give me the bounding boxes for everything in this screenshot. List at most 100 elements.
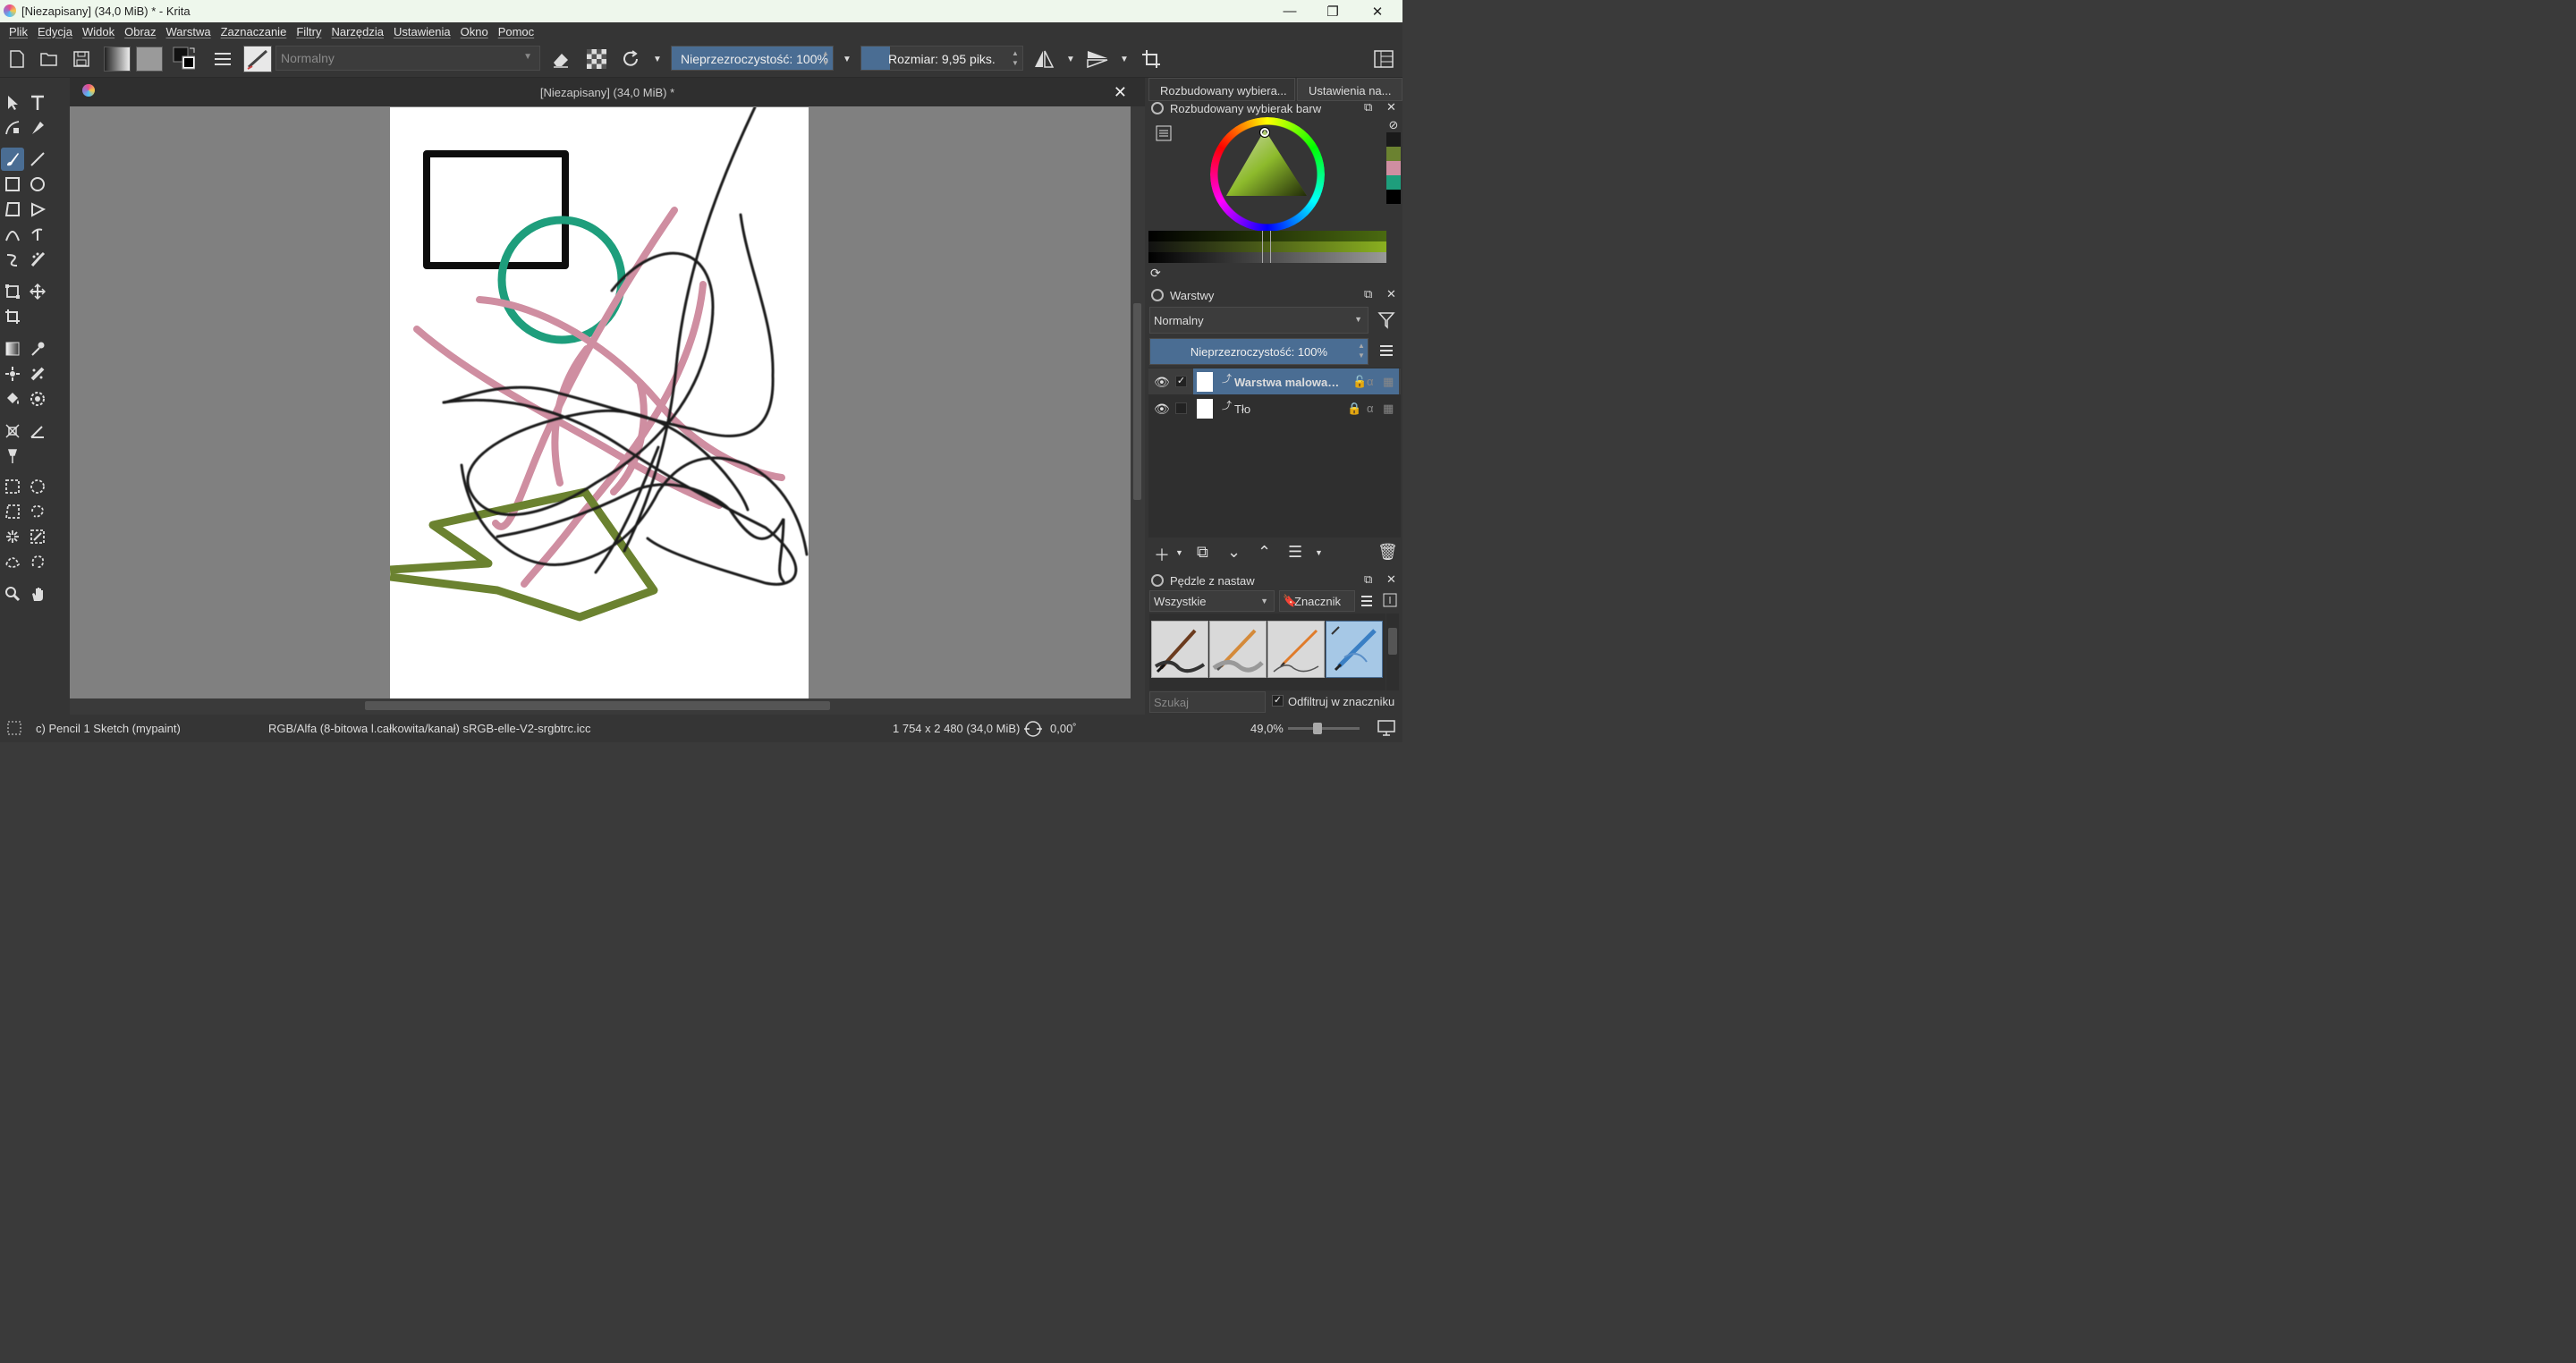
menu-file[interactable]: Plik — [9, 25, 28, 38]
similar-select-tool-icon[interactable] — [26, 525, 49, 548]
alpha-lock-icon[interactable] — [585, 47, 608, 71]
freehand-brush-tool-icon[interactable] — [1, 148, 24, 171]
blend-mode-combo[interactable]: Normalny ▼ — [275, 46, 540, 71]
layer-properties-icon[interactable]: ☰ — [1288, 543, 1302, 562]
chevron-down-icon[interactable]: ▼ — [646, 47, 669, 71]
bezier-curve-tool-icon[interactable] — [1, 223, 24, 246]
color-wheel[interactable] — [1210, 117, 1325, 232]
alpha-inherit-icon[interactable]: ▦ — [1383, 402, 1394, 416]
brush-preset-ink[interactable] — [1151, 621, 1208, 678]
dynamic-brush-tool-icon[interactable] — [1, 248, 24, 271]
close-window-button[interactable]: ✕ — [1356, 0, 1399, 22]
enclose-fill-tool-icon[interactable] — [26, 387, 49, 411]
delete-layer-icon[interactable]: 🗑 — [1377, 543, 1398, 562]
mirror-horizontal-icon[interactable] — [1032, 47, 1055, 71]
brush-preset-icon[interactable] — [243, 46, 272, 72]
menu-view[interactable]: Widok — [82, 25, 114, 38]
brush-preset-sketch-selected[interactable] — [1326, 621, 1383, 678]
recent-color-olive[interactable] — [1386, 147, 1401, 161]
magnetic-select-tool-icon[interactable] — [26, 550, 49, 573]
layer-blend-mode-combo[interactable]: Normalny ▼ — [1149, 307, 1368, 334]
duplicate-layer-icon[interactable]: ⧉ — [1197, 543, 1208, 562]
recent-colors-strip[interactable]: ⊘ — [1386, 118, 1401, 207]
canvas-area[interactable] — [70, 106, 1131, 698]
contiguous-select-tool-icon[interactable] — [1, 525, 24, 548]
recent-color-black-2[interactable] — [1386, 190, 1401, 204]
filter-icon[interactable] — [1377, 311, 1395, 334]
layer-row-paint[interactable]: 👁 ✓ ⤴ Warstwa malowani... 🔓 α ▦ — [1148, 368, 1401, 394]
restore-button[interactable]: ❐ — [1311, 0, 1354, 22]
transform-tool-icon[interactable] — [1, 280, 24, 303]
smart-patch-tool-icon[interactable] — [26, 362, 49, 385]
tab-tool-options[interactable]: Ustawienia na... — [1297, 78, 1402, 101]
lock-icon[interactable] — [1151, 289, 1164, 301]
no-color-icon[interactable]: ⊘ — [1386, 118, 1401, 132]
spin-arrows-icon[interactable]: ▲ ▼ — [1010, 48, 1021, 68]
color-picker-tool-icon[interactable] — [26, 337, 49, 360]
menu-image[interactable]: Obraz — [124, 25, 156, 38]
polyline-tool-icon[interactable] — [26, 198, 49, 221]
layer-row-background[interactable]: 👁 ⤴ Tło 🔒 α ▦ — [1148, 395, 1401, 421]
alpha-inherit-icon[interactable]: ▦ — [1383, 375, 1394, 389]
measure-tool-icon[interactable] — [26, 419, 49, 443]
tab-advanced-color-selector[interactable]: Rozbudowany wybiera... — [1148, 78, 1295, 101]
move-tool-icon[interactable] — [26, 280, 49, 303]
layer-checkbox[interactable] — [1175, 402, 1187, 414]
crop-tool-icon[interactable] — [1, 305, 24, 328]
lock-layer-icon[interactable]: 🔒 — [1347, 402, 1361, 416]
document-tab[interactable]: [Niezapisany] (34,0 MiB) * ✕ — [70, 78, 1145, 106]
eraser-icon[interactable] — [549, 47, 572, 71]
close-panel-icon[interactable]: ✕ — [1386, 572, 1396, 587]
tag-button[interactable]: 🔖 Znacznik — [1279, 590, 1355, 612]
size-slider[interactable]: Rozmiar: 9,95 piks. ▲ ▼ — [860, 46, 1023, 71]
layer-menu-icon[interactable] — [1378, 343, 1394, 362]
bezier-select-tool-icon[interactable] — [1, 550, 24, 573]
vertical-scrollbar[interactable] — [1131, 106, 1145, 698]
recent-color-teal[interactable] — [1386, 175, 1401, 190]
calligraphy-tool-icon[interactable] — [26, 116, 49, 140]
view-mode-icon[interactable] — [1360, 594, 1374, 613]
menu-tools[interactable]: Narzędzia — [331, 25, 384, 38]
gradient-tool-icon[interactable] — [1, 337, 24, 360]
menu-help[interactable]: Pomoc — [498, 25, 534, 38]
brush-preset-soft[interactable] — [1209, 621, 1267, 678]
chevron-down-icon[interactable]: ▼ — [835, 47, 859, 71]
rotation-icon[interactable] — [1021, 720, 1045, 741]
reload-preset-icon[interactable] — [619, 47, 642, 71]
horizontal-scroll-thumb[interactable] — [365, 701, 830, 710]
lock-icon[interactable] — [1151, 102, 1164, 114]
line-tool-icon[interactable] — [26, 148, 49, 171]
polygon-select-tool-icon[interactable] — [1, 500, 24, 523]
chevron-down-icon[interactable]: ▼ — [1113, 47, 1136, 71]
fill-tool-icon[interactable] — [1, 387, 24, 411]
alpha-icon[interactable]: α — [1367, 402, 1374, 415]
layer-checkbox[interactable]: ✓ — [1175, 376, 1187, 387]
move-layer-down-icon[interactable]: ⌄ — [1227, 543, 1241, 562]
ellipse-select-tool-icon[interactable] — [26, 475, 49, 498]
brush-search-input[interactable]: Szukaj — [1149, 691, 1266, 713]
brush-preset-pencil[interactable] — [1267, 621, 1325, 678]
add-layer-icon[interactable]: ＋ — [1154, 543, 1170, 566]
chevron-down-icon[interactable]: ▼ — [1059, 47, 1082, 71]
menu-filters[interactable]: Filtry — [296, 25, 321, 38]
selection-mode-icon[interactable] — [7, 721, 21, 738]
horizontal-scrollbar[interactable] — [70, 698, 1131, 713]
close-panel-icon[interactable]: ✕ — [1386, 287, 1396, 301]
recent-color-black[interactable] — [1386, 132, 1401, 147]
freehand-path-tool-icon[interactable] — [26, 223, 49, 246]
multibrush-tool-icon[interactable] — [26, 248, 49, 271]
menu-layer[interactable]: Warstwa — [166, 25, 211, 38]
menu-window[interactable]: Okno — [461, 25, 488, 38]
brush-storage-icon[interactable] — [1383, 593, 1397, 612]
recent-color-pink[interactable] — [1386, 161, 1401, 175]
ellipse-tool-icon[interactable] — [26, 173, 49, 196]
colorize-mask-tool-icon[interactable] — [1, 362, 24, 385]
new-document-icon[interactable] — [5, 47, 29, 71]
brush-settings-icon[interactable] — [211, 47, 234, 71]
freehand-select-tool-icon[interactable] — [26, 500, 49, 523]
chevron-down-icon[interactable]: ▼ — [1315, 548, 1323, 557]
refresh-icon[interactable]: ⟳ — [1150, 266, 1161, 281]
gradient-swatch[interactable] — [104, 47, 131, 72]
float-panel-icon[interactable]: ⧉ — [1364, 287, 1372, 301]
layer-opacity-slider[interactable]: Nieprzezroczystość: 100% — [1149, 338, 1368, 365]
